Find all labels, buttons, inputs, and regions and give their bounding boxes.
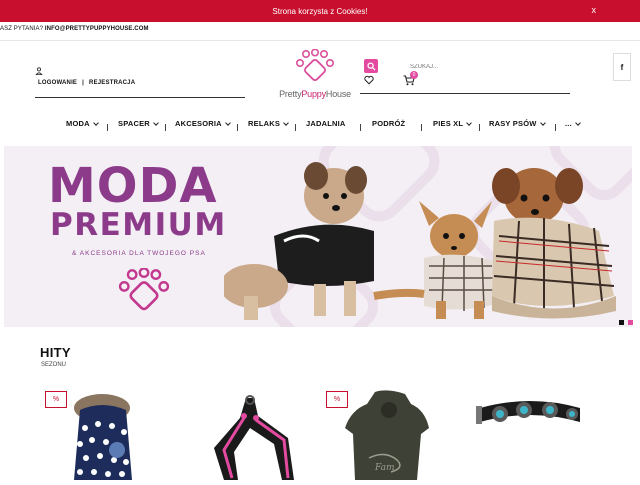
hero-dogs-image [224,162,616,320]
nav-item-akcesoria[interactable]: AKCESORIA [175,119,231,128]
svg-text:Fam: Fam [374,463,395,473]
nav-item-pies-xl[interactable]: PIES XL [433,119,473,128]
brand-part-3: House [325,89,351,99]
chevron-down-icon [224,120,231,126]
hero-banner[interactable]: MODA PREMIUM & AKCESORIA DLA TWOJEGO PSA [4,146,632,327]
nav-divider [479,124,480,131]
hero-headline: MODA [48,158,218,214]
nav-divider [555,124,556,131]
account-separator: | [82,80,85,86]
contact-label: ASZ PYTANIA? [0,26,44,32]
section-title: HITY [40,345,71,360]
nav-divider [360,124,361,131]
nav-item-label: MODA [66,119,90,128]
nav-divider [107,124,108,131]
product-card[interactable] [470,388,590,480]
discount-badge: % [45,391,67,408]
nav-item-relaks[interactable]: RELAKS [248,119,289,128]
nav-item-label: PODRÓŻ [372,119,406,128]
chevron-down-icon [539,120,546,126]
nav-item-rasy-psow[interactable]: RASY PSÓW [489,119,546,128]
account-underline [35,97,245,98]
nav-divider [237,124,238,131]
facebook-icon[interactable]: f [613,53,631,81]
chevron-down-icon [92,120,99,126]
carousel-dot-active[interactable] [619,320,624,325]
hero-subheadline: PREMIUM [50,207,227,243]
nav-item-label: AKCESORIA [175,119,222,128]
nav-item-label: SPACER [118,119,150,128]
cookie-close-button[interactable]: x [592,5,597,15]
paw-diamond-logo-icon [296,49,334,81]
nav-item-label: RELAKS [248,119,281,128]
nav-item-label: ... [565,119,572,128]
brand-name: PrettyPuppyHouse [279,89,351,99]
dog-harness-pink-icon [214,395,294,480]
search-icon [366,61,376,71]
nav-divider [165,124,166,131]
nav-divider [421,124,422,131]
cart-count-badge: 0 [410,71,418,79]
hero-tagline: & AKCESORIA DLA TWOJEGO PSA [72,250,206,257]
carousel-dot[interactable] [628,320,633,325]
brand-part-2: Puppy [301,89,326,99]
brand-part-1: Pretty [279,89,302,99]
wishlist-heart-icon[interactable] [364,75,374,85]
nav-divider [295,124,296,131]
chevron-down-icon [466,120,473,126]
contact-email-link[interactable]: INFO@PRETTYPUPPYHOUSE.COM [45,26,149,32]
nav-item-moda[interactable]: MODA [66,119,99,128]
main-navigation: MODA SPACER AKCESORIA RELAKS JADALNIA PO… [0,119,640,133]
nav-item-label: RASY PSÓW [489,119,537,128]
cookie-text: Strona korzysta z Cookies! [272,6,368,16]
search-input[interactable] [410,62,570,72]
contact-info: ASZ PYTANIA? INFO@PRETTYPUPPYHOUSE.COM [0,26,149,32]
nav-item-podroz[interactable]: PODRÓŻ [372,119,405,128]
discount-badge: % [326,391,348,408]
chevron-down-icon [283,120,289,126]
chevron-down-icon [153,120,159,126]
header-divider [0,40,640,41]
section-subtitle: SEZONU [41,362,67,368]
register-link[interactable]: REJESTRACJA [89,80,135,86]
site-logo[interactable]: PrettyPuppyHouse [279,49,351,109]
user-icon[interactable] [35,67,43,75]
search-underline [360,93,570,94]
login-link[interactable]: LOGOWANIE [38,80,77,86]
nav-item-spacer[interactable]: SPACER [118,119,159,128]
dog-collar-studded-icon [476,401,580,424]
chevron-down-icon [575,120,581,126]
nav-item-label: JADALNIA [306,119,346,128]
nav-item-label: PIES XL [433,119,464,128]
account-links: LOGOWANIE | REJESTRACJA [38,80,135,86]
paw-diamond-logo-icon [118,268,170,311]
carousel-dots [619,320,633,325]
product-card[interactable] [184,388,304,480]
cookie-bar: Strona korzysta z Cookies! x [0,0,640,22]
nav-item-jadalnia[interactable]: JADALNIA [306,119,346,128]
search-button[interactable] [364,59,378,73]
nav-item-more[interactable]: ... [565,119,581,128]
